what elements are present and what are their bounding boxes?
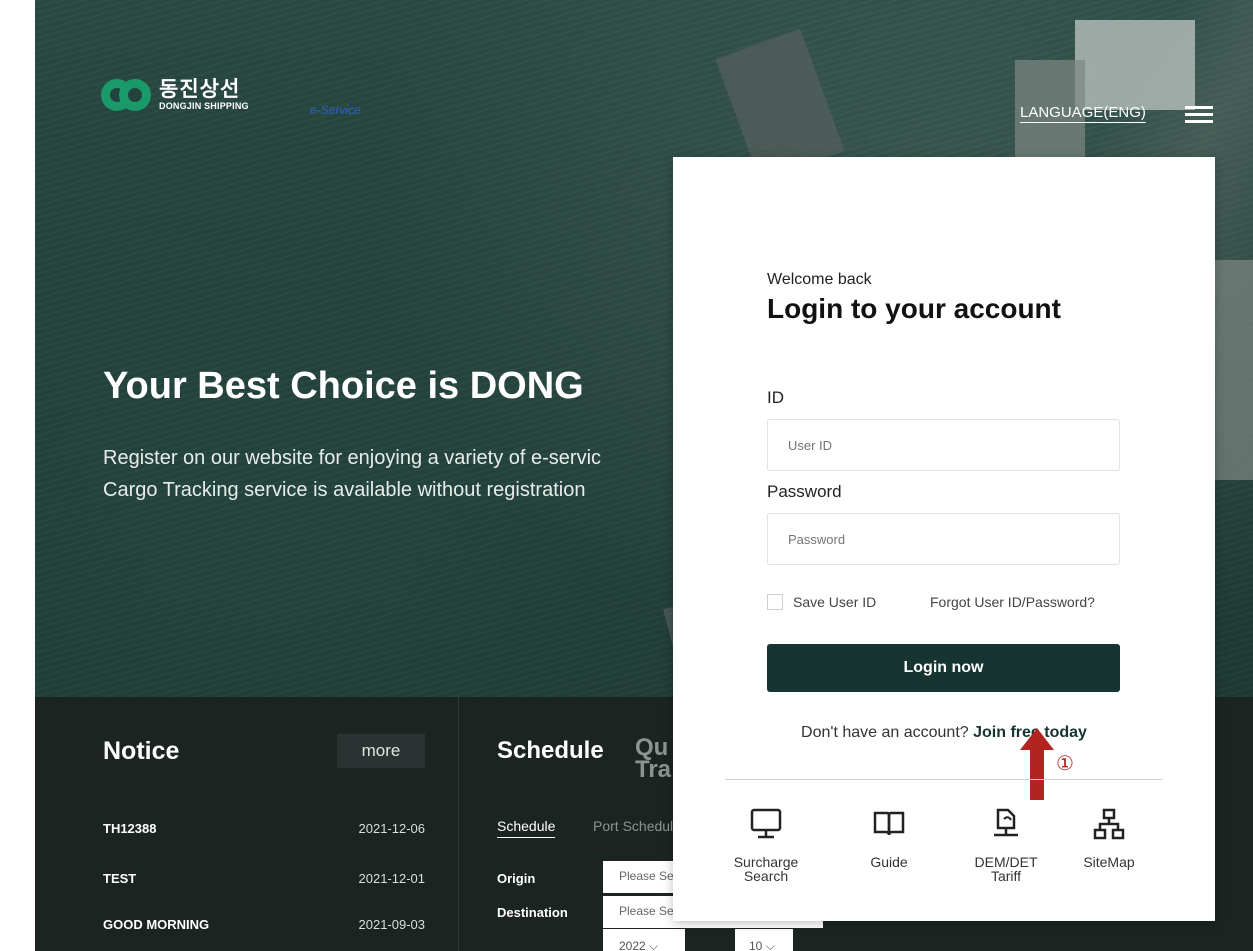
notice-item-date: 2021-09-03	[358, 917, 426, 932]
month-select[interactable]: 10 ⌵	[735, 929, 793, 951]
network-file-icon	[994, 808, 1018, 837]
forgot-credentials-link[interactable]: Forgot User ID/Password?	[930, 594, 1095, 610]
notice-item-date: 2021-12-01	[358, 871, 426, 886]
sitemap-icon	[1093, 808, 1125, 840]
signup-prompt: Don't have an account? Join free today	[673, 724, 1215, 742]
notice-item[interactable]: TH12388 2021-12-06	[103, 821, 425, 836]
panel-divider	[458, 697, 459, 951]
destination-label: Destination	[497, 905, 568, 920]
notice-item[interactable]: GOOD MORNING 2021-09-03	[103, 917, 425, 932]
surcharge-search-link[interactable]: Surcharge Search	[726, 807, 806, 883]
password-label: Password	[767, 482, 842, 501]
password-input[interactable]	[767, 513, 1120, 565]
chevron-down-icon: ⌵	[765, 939, 775, 951]
quick-link-label: SiteMap	[1083, 854, 1135, 870]
save-id-checkbox[interactable]	[767, 594, 783, 610]
notice-panel: Notice more TH12388 2021-12-06 TEST 2021…	[35, 697, 458, 951]
annotation-arrow-icon	[1020, 728, 1054, 800]
year-select[interactable]: 2022 ⌵	[603, 929, 685, 951]
quick-tracking-title[interactable]: Qu Tra	[635, 736, 672, 783]
quick-link-label: Surcharge	[733, 854, 799, 870]
book-icon	[873, 811, 905, 836]
month-value: 10	[749, 939, 763, 951]
logo-english-text: DONGJIN SHIPPING	[159, 101, 249, 111]
chevron-down-icon: ⌵	[649, 939, 659, 951]
no-account-text: Don't have an account?	[801, 724, 969, 741]
welcome-text: Welcome back	[767, 271, 872, 288]
user-id-input[interactable]	[767, 419, 1120, 471]
hero-subtitle: Register on our website for enjoying a v…	[103, 442, 601, 506]
notice-item-title: TH12388	[103, 821, 157, 836]
login-card: Welcome back Login to your account ID Pa…	[673, 157, 1215, 921]
hero-title: Your Best Choice is DONG	[103, 365, 584, 407]
notice-item-date: 2021-12-06	[358, 821, 426, 836]
quick-link-label: DEM/DET	[974, 854, 1038, 870]
eservice-label: e-Service	[310, 103, 361, 117]
quick-tracking-line: Tra	[635, 756, 672, 783]
origin-label: Origin	[497, 871, 536, 886]
save-id-label: Save User ID	[793, 594, 877, 610]
card-divider	[725, 779, 1162, 780]
login-button[interactable]: Login now	[767, 644, 1120, 692]
notice-item[interactable]: TEST 2021-12-01	[103, 871, 425, 886]
tab-schedule[interactable]: Schedule	[497, 818, 556, 838]
guide-link[interactable]: Guide	[849, 807, 929, 869]
language-selector[interactable]: LANGUAGE(ENG)	[1020, 104, 1146, 121]
hamburger-menu-icon[interactable]	[1185, 106, 1213, 126]
logo-korean-text: 동진상선	[159, 77, 241, 101]
hero-subtitle-line: Cargo Tracking service is available with…	[103, 479, 586, 501]
hero-subtitle-line: Register on our website for enjoying a v…	[103, 447, 602, 469]
year-value: 2022	[619, 939, 646, 951]
container-stack	[1075, 20, 1195, 110]
sitemap-link[interactable]: SiteMap	[1069, 807, 1149, 869]
schedule-title[interactable]: Schedule	[497, 737, 604, 765]
quick-link-label: Guide	[870, 854, 908, 870]
notice-item-title: TEST	[103, 871, 137, 886]
annotation-number: ①	[1056, 753, 1074, 775]
tab-port-schedule[interactable]: Port Schedule	[593, 818, 681, 834]
quick-link-label: Tariff	[990, 868, 1022, 884]
notice-item-title: GOOD MORNING	[103, 917, 210, 932]
id-label: ID	[767, 388, 784, 407]
logo-mark-icon	[101, 79, 151, 111]
company-logo[interactable]: 동진상선 DONGJIN SHIPPING	[101, 78, 249, 112]
save-user-id[interactable]: Save User ID	[767, 594, 876, 610]
login-title: Login to your account	[767, 293, 1061, 324]
notice-more-button[interactable]: more	[337, 734, 425, 768]
monitor-icon	[750, 808, 782, 839]
quick-link-label: Search	[743, 868, 789, 884]
dem-det-tariff-link[interactable]: DEM/DET Tariff	[966, 807, 1046, 883]
notice-title: Notice	[103, 737, 180, 765]
